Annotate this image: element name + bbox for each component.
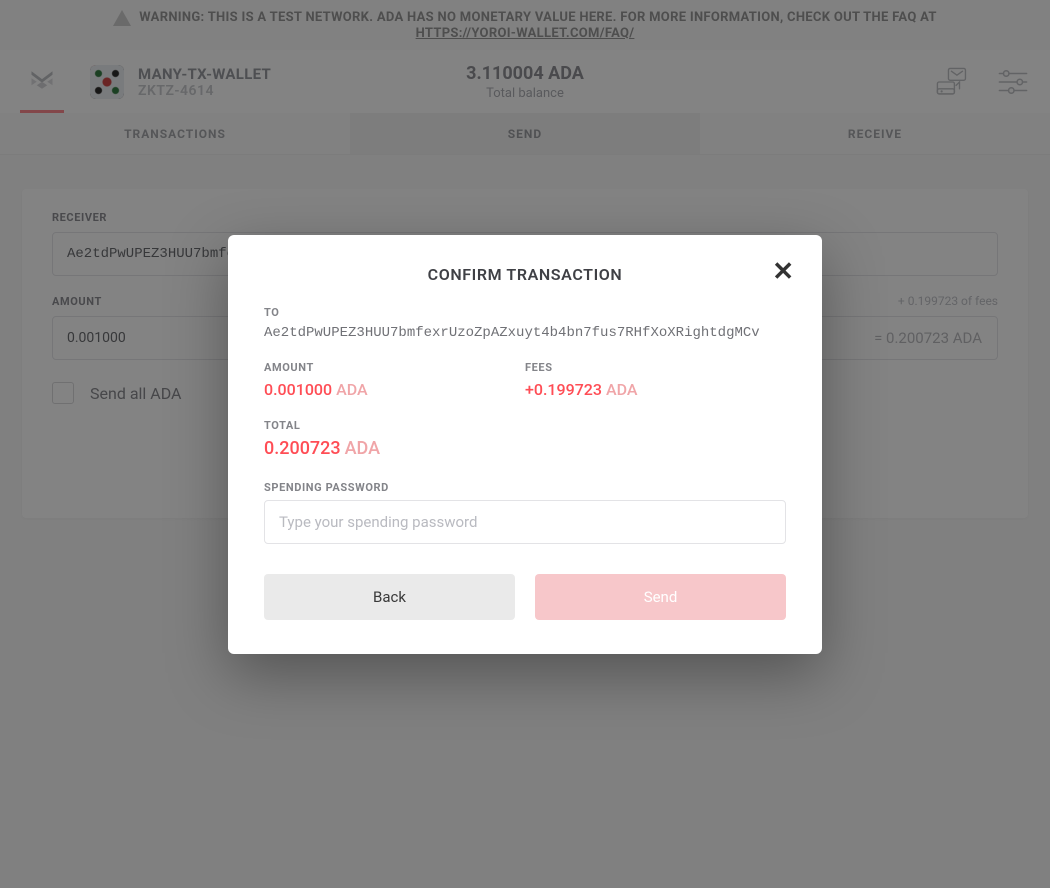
- send-button[interactable]: Send: [535, 574, 786, 620]
- to-address: Ae2tdPwUPEZ3HUU7bmfexrUzoZpAZxuyt4b4bn7f…: [264, 325, 786, 341]
- modal-amount-unit: ADA: [336, 380, 368, 399]
- modal-scrim[interactable]: CONFIRM TRANSACTION ✕ TO Ae2tdPwUPEZ3HUU…: [0, 0, 1050, 888]
- modal-total-value: 0.200723ADA: [264, 438, 786, 459]
- spending-password-label: SPENDING PASSWORD: [264, 481, 786, 494]
- modal-fees-value: +0.199723ADA: [525, 380, 786, 399]
- modal-fees-number: +0.199723: [525, 380, 602, 399]
- modal-total-number: 0.200723: [264, 438, 341, 459]
- close-icon[interactable]: ✕: [772, 259, 794, 285]
- modal-total-unit: ADA: [345, 438, 380, 459]
- to-label: TO: [264, 306, 786, 319]
- modal-fees-label: FEES: [525, 361, 786, 374]
- modal-total-label: TOTAL: [264, 419, 786, 432]
- modal-title: CONFIRM TRANSACTION: [264, 265, 786, 284]
- modal-amount-number: 0.001000: [264, 380, 332, 399]
- modal-fees-unit: ADA: [606, 380, 638, 399]
- modal-amount-label: AMOUNT: [264, 361, 525, 374]
- modal-amount-value: 0.001000ADA: [264, 380, 525, 399]
- confirm-transaction-modal: CONFIRM TRANSACTION ✕ TO Ae2tdPwUPEZ3HUU…: [228, 235, 822, 654]
- back-button[interactable]: Back: [264, 574, 515, 620]
- spending-password-input[interactable]: [264, 500, 786, 544]
